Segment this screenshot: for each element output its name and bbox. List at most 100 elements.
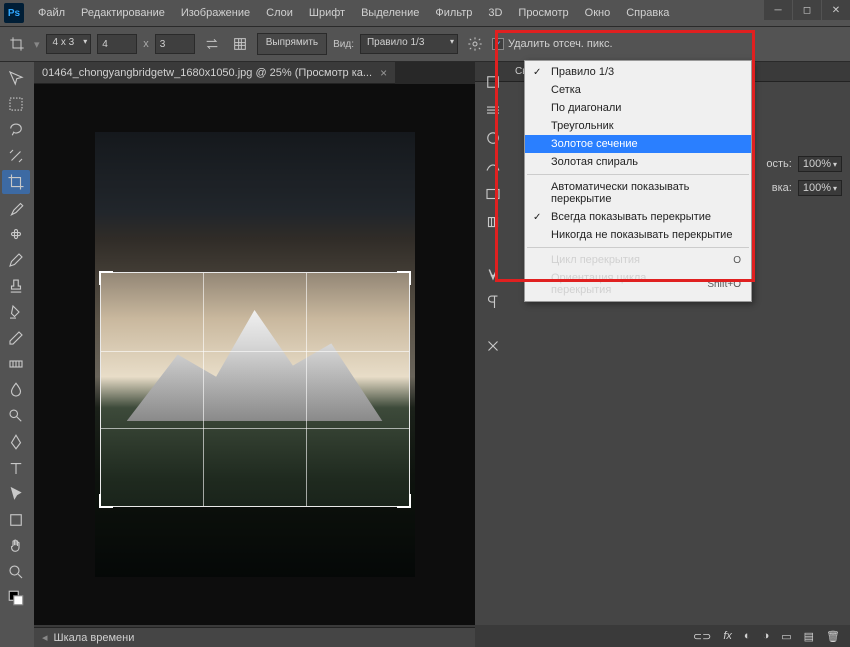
tool-eraser[interactable] <box>2 326 30 350</box>
menu-window[interactable]: Окно <box>577 3 619 23</box>
menu-3d[interactable]: 3D <box>480 3 510 23</box>
dd-cycle-overlay[interactable]: Цикл перекрытияO <box>525 251 751 269</box>
panel-icon[interactable] <box>479 98 507 122</box>
menu-type[interactable]: Шрифт <box>301 3 353 23</box>
panel-icon[interactable] <box>479 126 507 150</box>
new-layer-icon[interactable]: ▤ <box>804 630 814 643</box>
overlay-view-select[interactable]: Правило 1/3 <box>360 34 458 54</box>
panel-icon[interactable] <box>479 210 507 234</box>
canvas-area: 01464_chongyangbridgetw_1680x1050.jpg @ … <box>34 62 475 647</box>
close-button[interactable]: ✕ <box>822 0 850 20</box>
gear-icon[interactable] <box>464 33 486 55</box>
color-swatch[interactable] <box>2 586 30 610</box>
close-tab-icon[interactable]: × <box>380 66 387 80</box>
aspect-ratio-select[interactable]: 4 x 3 <box>46 34 92 54</box>
tool-brush[interactable] <box>2 248 30 272</box>
tool-move[interactable] <box>2 66 30 90</box>
tool-hand[interactable] <box>2 534 30 558</box>
menu-edit[interactable]: Редактирование <box>73 3 173 23</box>
dropdown-separator <box>527 247 749 248</box>
panel-icon[interactable] <box>479 70 507 94</box>
swap-icon[interactable] <box>201 33 223 55</box>
fill-value[interactable]: 100%▾ <box>798 180 842 196</box>
timeline-bar[interactable]: ◂ Шкала времени <box>34 627 475 647</box>
menu-help[interactable]: Справка <box>618 3 677 23</box>
dd-golden-ratio[interactable]: Золотое сечение <box>525 135 751 153</box>
tool-marquee[interactable] <box>2 92 30 116</box>
panel-icon-tools[interactable] <box>479 334 507 358</box>
folder-icon[interactable]: ▭ <box>781 630 791 643</box>
menu-image[interactable]: Изображение <box>173 3 258 23</box>
tool-heal[interactable] <box>2 222 30 246</box>
image-content <box>95 132 415 577</box>
mask-icon[interactable]: ◐ <box>744 630 751 642</box>
panel-icon[interactable] <box>479 154 507 178</box>
panel-icon-column <box>475 70 511 358</box>
dd-always-overlay[interactable]: Всегда показывать перекрытие <box>525 208 751 226</box>
tool-blur[interactable] <box>2 378 30 402</box>
menu-filter[interactable]: Фильтр <box>427 3 480 23</box>
tool-path-select[interactable] <box>2 482 30 506</box>
crop-handle-bl[interactable] <box>99 494 113 508</box>
dd-rule-thirds[interactable]: Правило 1/3 <box>525 63 751 81</box>
fill-label: вка: <box>772 182 792 194</box>
dropdown-separator <box>527 174 749 175</box>
opacity-label: ость: <box>766 158 791 170</box>
dd-diagonal[interactable]: По диагонали <box>525 99 751 117</box>
dd-never-overlay[interactable]: Никогда не показывать перекрытие <box>525 226 751 244</box>
crop-height-input[interactable] <box>155 34 195 54</box>
dd-grid[interactable]: Сетка <box>525 81 751 99</box>
straighten-button[interactable]: Выпрямить <box>257 33 327 55</box>
options-bar: ▾ 4 x 3 x Выпрямить Вид: Правило 1/3 ✓Уд… <box>0 26 850 62</box>
delete-px-label: Удалить отсеч. пикс. <box>508 38 613 50</box>
tool-wand[interactable] <box>2 144 30 168</box>
tool-zoom[interactable] <box>2 560 30 584</box>
photoshop-logo: Ps <box>4 3 24 23</box>
crop-grid-line <box>306 273 307 506</box>
tool-lasso[interactable] <box>2 118 30 142</box>
view-label: Вид: <box>333 39 354 50</box>
maximize-button[interactable]: ◻ <box>793 0 821 20</box>
menu-select[interactable]: Выделение <box>353 3 427 23</box>
crop-handle-br[interactable] <box>397 494 411 508</box>
dd-triangle[interactable]: Треугольник <box>525 117 751 135</box>
tool-type[interactable] <box>2 456 30 480</box>
tool-gradient[interactable] <box>2 352 30 376</box>
tool-shape[interactable] <box>2 508 30 532</box>
menu-layers[interactable]: Слои <box>258 3 301 23</box>
tool-pen[interactable] <box>2 430 30 454</box>
panel-icon[interactable] <box>479 182 507 206</box>
timeline-tab-label: Шкала времени <box>54 632 135 644</box>
tool-history-brush[interactable] <box>2 300 30 324</box>
adjustment-icon[interactable]: ◑ <box>763 630 770 642</box>
menu-view[interactable]: Просмотр <box>510 3 576 23</box>
dd-auto-overlay[interactable]: Автоматически показывать перекрытие <box>525 178 751 208</box>
dd-golden-spiral[interactable]: Золотая спираль <box>525 153 751 171</box>
link-icon[interactable]: ⊂⊃ <box>693 630 711 643</box>
canvas-viewport[interactable] <box>34 84 475 625</box>
tool-dodge[interactable] <box>2 404 30 428</box>
crop-handle-tl[interactable] <box>99 271 113 285</box>
tool-stamp[interactable] <box>2 274 30 298</box>
panel-icon-paragraph[interactable] <box>479 290 507 314</box>
menubar: Ps Файл Редактирование Изображение Слои … <box>0 0 850 26</box>
menu-file[interactable]: Файл <box>30 3 73 23</box>
crop-tool-icon <box>6 33 28 55</box>
trash-icon[interactable]: 🗑 <box>826 630 840 643</box>
fx-icon[interactable]: fx <box>723 630 732 642</box>
opacity-value[interactable]: 100%▾ <box>798 156 842 172</box>
document-tab[interactable]: 01464_chongyangbridgetw_1680x1050.jpg @ … <box>34 62 395 84</box>
panel-icon-type[interactable] <box>479 262 507 286</box>
document-title: 01464_chongyangbridgetw_1680x1050.jpg @ … <box>42 67 372 79</box>
minimize-button[interactable]: ─ <box>764 0 792 20</box>
tool-eyedropper[interactable] <box>2 196 30 220</box>
crop-rectangle[interactable] <box>100 272 410 507</box>
crop-width-input[interactable] <box>97 34 137 54</box>
grid-icon[interactable] <box>229 33 251 55</box>
crop-handle-tr[interactable] <box>397 271 411 285</box>
delete-px-checkbox[interactable]: ✓Удалить отсеч. пикс. <box>492 38 613 50</box>
window-controls: ─ ◻ ✕ <box>763 0 850 20</box>
tool-crop[interactable] <box>2 170 30 194</box>
panel-footer: ⊂⊃ fx ◐ ◑ ▭ ▤ 🗑 <box>475 625 850 647</box>
crop-grid-line <box>203 273 204 506</box>
